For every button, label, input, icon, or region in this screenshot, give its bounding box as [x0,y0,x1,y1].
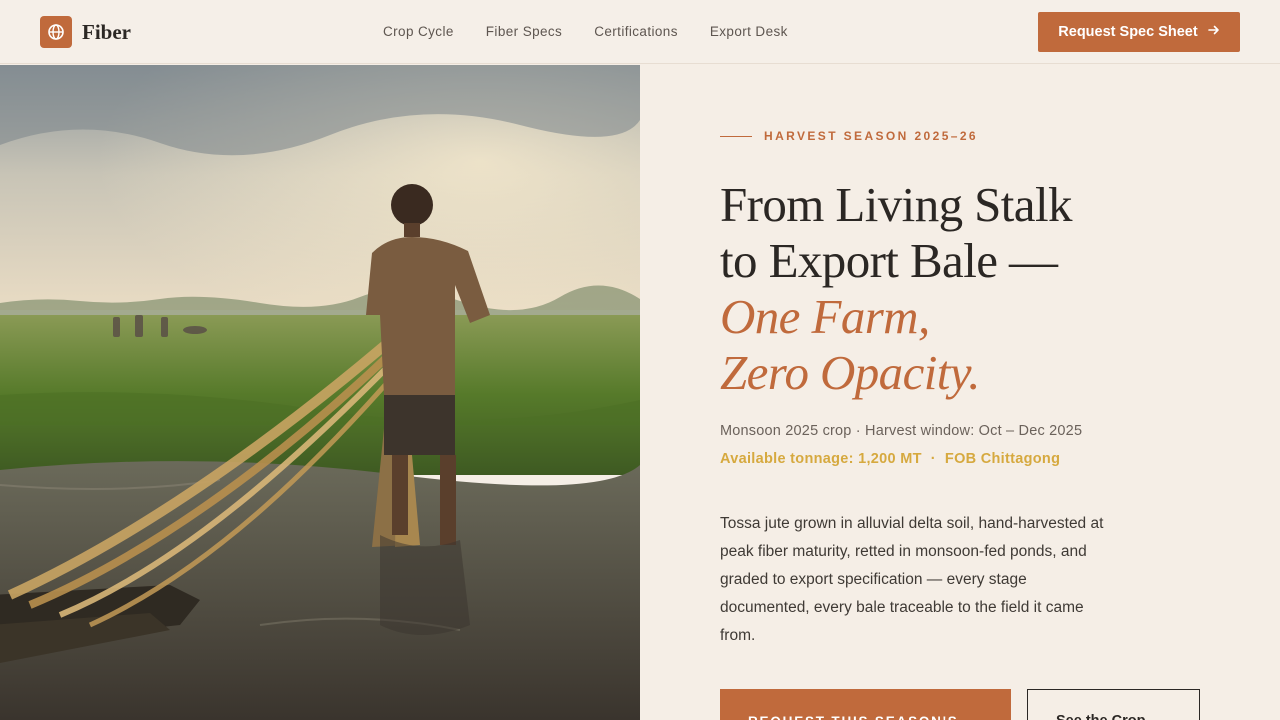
headline-line-1: From Living Stalk [720,177,1072,232]
request-spec-sheet-button[interactable]: Request Spec Sheet [1038,12,1240,52]
request-spec-sheet-label: Request Spec Sheet [1058,24,1198,40]
meta-separator: · [930,451,936,467]
request-season-button[interactable]: REQUEST THIS SEASON'S [720,689,1011,720]
brand-logo-link[interactable]: Fiber [40,16,131,48]
fob-text: FOB Chittagong [944,451,1061,467]
tonnage-text: Available tonnage: 1,200 MT [720,451,922,467]
eyebrow-text: HARVEST SEASON 2025–26 [764,129,978,143]
nav-link-crop-cycle[interactable]: Crop Cycle [383,24,454,39]
nav-link-certifications[interactable]: Certifications [594,24,678,39]
crop-meta-line: Monsoon 2025 crop · Harvest window: Oct … [720,423,1083,439]
hero-description: Tossa jute grown in alluvial delta soil,… [720,515,1104,644]
eyebrow-rule [720,135,752,137]
availability-line: Available tonnage: 1,200 MT · FOB Chittago… [720,451,1060,467]
headline-line-2: to Export Bale — [720,233,1058,288]
headline-accent-1: One Farm, [720,289,930,344]
top-navigation-bar: Fiber Crop Cycle Fiber Specs Certificati… [0,0,1280,64]
brand-name: Fiber [82,19,131,44]
season-eyebrow: HARVEST SEASON 2025–26 [720,129,978,143]
see-the-crop-button[interactable]: See the Crop [1027,689,1200,720]
nav-link-fiber-specs[interactable]: Fiber Specs [486,24,562,39]
main-nav: Crop Cycle Fiber Specs Certifications Ex… [383,24,788,39]
hero-image [0,65,640,720]
arrow-right-icon [1207,24,1220,40]
nav-link-export-desk[interactable]: Export Desk [710,24,788,39]
globe-icon [40,16,72,48]
hero-headline: From Living Stalk to Export Bale — One F… [720,177,1240,401]
headline-accent-2: Zero Opacity. [720,345,980,400]
